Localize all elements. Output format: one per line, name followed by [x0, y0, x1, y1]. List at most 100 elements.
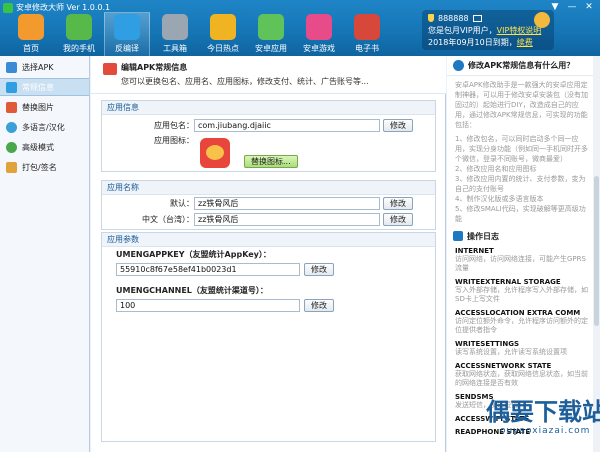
toolbox-icon — [162, 14, 188, 40]
minimize-icon[interactable]: — — [565, 2, 579, 13]
vip-privilege-link[interactable]: VIP特权说明 — [497, 26, 542, 35]
tool-label: 反编译 — [115, 44, 139, 53]
help-line: 1、修改包名，可以同时启动多个同一应用，实现分身功能（例如同一手机同时开多个微信… — [455, 135, 588, 163]
permission-desc: 访问网络，访问网络连接，可能产生GPRS流量 — [455, 255, 586, 272]
sidebar-item-general-info[interactable]: 常规信息 — [0, 78, 89, 96]
sidebar-item-select-apk[interactable]: 选择APK — [0, 58, 89, 76]
help-body: 安卓APK修改助手是一款强大的安卓应用定制神器，可以用于修改安卓安装包（没有加固… — [447, 76, 600, 228]
umeng-appkey-input[interactable] — [116, 263, 300, 276]
watermark-url: ouyaoxiazai.com — [500, 426, 591, 436]
permission-desc: 访问定位额外命令，允许程序访问额外的定位提供者指令 — [455, 317, 588, 334]
scroll-thumb[interactable] — [594, 176, 599, 326]
sidebar-item-localization[interactable]: 多语言/汉化 — [0, 118, 89, 136]
globe-icon — [6, 121, 17, 133]
main-header: 编辑APK常规信息 您可以更换包名、应用名、应用图标，修改支付、统计、广告账号等… — [91, 56, 446, 94]
list-item: WRITEEXTERNAL STORAGE 写入外部存储，允许程序写入外部存储，… — [447, 275, 600, 306]
permission-name: ACCESSNETWORK STATE — [455, 362, 552, 370]
help-title: 修改APK常规信息有什么用？ — [468, 61, 575, 70]
avatar[interactable] — [534, 12, 550, 28]
tool-android-games[interactable]: 安卓游戏 — [296, 12, 342, 56]
modify-package-button[interactable]: 修改 — [383, 119, 413, 132]
modify-tw-name-button[interactable]: 修改 — [383, 213, 413, 226]
default-name-input[interactable] — [194, 197, 380, 210]
tool-my-phone[interactable]: 我的手机 — [56, 12, 102, 56]
help-icon — [453, 60, 464, 71]
help-header: 修改APK常规信息有什么用？ — [447, 56, 600, 76]
sidebar-item-label: 多语言/汉化 — [22, 122, 65, 132]
sidebar: 选择APK 常规信息 替换图片 多语言/汉化 高级模式 打包/签名 — [0, 56, 90, 452]
page-description: 您可以更换包名、应用名、应用图标，修改支付、统计、广告账号等... — [121, 77, 369, 86]
main-toolbar: 首页 我的手机 反编译 工具箱 今日热点 安卓应用 安卓游戏 电子书 — [8, 12, 392, 56]
tool-label: 安卓游戏 — [303, 44, 335, 53]
sidebar-item-pack-sign[interactable]: 打包/签名 — [0, 158, 89, 176]
sidebar-item-label: 常规信息 — [22, 82, 54, 92]
package-label: 应用包名： — [154, 121, 194, 130]
default-name-label: 默认： — [170, 199, 194, 208]
vip-status-text: 您是包月VIP用户， — [428, 26, 497, 35]
sidebar-item-replace-images[interactable]: 替换图片 — [0, 98, 89, 116]
tool-ebook[interactable]: 电子书 — [344, 12, 390, 56]
tool-label: 今日热点 — [207, 44, 239, 53]
help-line: 3、修改应用内置的统计、支付参数，变为自己的支付账号 — [455, 175, 586, 193]
permission-name: INTERNET — [455, 247, 494, 255]
apk-icon — [6, 61, 17, 73]
umeng-channel-label: UMENGCHANNEL（友盟统计渠道号）： — [116, 286, 268, 295]
group-title: 应用参数 — [102, 233, 435, 247]
home-icon — [18, 14, 44, 40]
permission-desc: 写入外部存储，允许程序写入外部存储，如SD卡上写文件 — [455, 286, 588, 303]
user-id: 888888 — [438, 13, 469, 23]
permission-desc: 获取网络状态，获取网络信息状态，如当前的网络连接是否有效 — [455, 370, 588, 387]
app-icon-preview — [200, 138, 230, 168]
list-item: ACCESSNETWORK STATE 获取网络状态，获取网络信息状态，如当前的… — [447, 359, 600, 390]
list-item: INTERNET 访问网络，访问网络连接，可能产生GPRS流量 — [447, 244, 600, 275]
android-icon — [114, 14, 140, 40]
apps-grid-icon — [258, 14, 284, 40]
image-icon — [6, 101, 17, 113]
watermark-text: 偶要下载站 — [486, 398, 600, 426]
permission-name: ACCESSLOCATION EXTRA COMM — [455, 309, 581, 317]
close-icon[interactable]: ✕ — [582, 2, 596, 13]
game-icon — [306, 14, 332, 40]
user-info-panel: 888888 您是包月VIP用户，VIP特权说明 2018年09月10日到期，续… — [422, 10, 554, 50]
tw-name-input[interactable] — [194, 213, 380, 226]
sidebar-item-label: 打包/签名 — [22, 162, 57, 172]
help-line: 5、修改SMALI代码，实现破解等更高级功能 — [455, 205, 586, 223]
tool-android-apps[interactable]: 安卓应用 — [248, 12, 294, 56]
phone-icon — [66, 14, 92, 40]
expiry-text: 2018年09月10日到期， — [428, 38, 517, 47]
edit-info-icon — [103, 63, 117, 75]
icon-label: 应用图标： — [154, 136, 194, 145]
help-line: 2、修改应用名和应用图标 — [455, 165, 537, 173]
log-title: 操作日志 — [467, 231, 499, 241]
message-icon[interactable] — [472, 14, 482, 22]
group-title: 应用名称 — [102, 181, 435, 195]
app-info-group: 应用信息 应用包名： 修改 应用图标： 替换图标... — [101, 100, 436, 172]
tw-name-label: 中文（台湾）： — [142, 215, 194, 224]
renew-link[interactable]: 续费 — [517, 38, 533, 47]
sidebar-item-advanced-mode[interactable]: 高级模式 — [0, 138, 89, 156]
sidebar-item-label: 高级模式 — [22, 142, 54, 152]
umeng-channel-input[interactable] — [116, 299, 300, 312]
help-line: 4、制作汉化版或多语言版本 — [455, 195, 544, 203]
permission-desc: 读写系统设置，允许读写系统设置项 — [455, 348, 567, 356]
title-toolbar: 安卓修改大师 Ver 1.0.0.1 ▼ — ✕ 首页 我的手机 反编译 工具箱… — [0, 0, 600, 56]
log-header: 操作日志 — [447, 228, 600, 244]
watermark: 偶要下载站 ouyaoxiazai.com — [460, 390, 600, 450]
permission-name: WRITESETTINGS — [455, 340, 520, 348]
replace-icon-button[interactable]: 替换图标... — [244, 155, 298, 168]
package-input[interactable] — [194, 119, 380, 132]
tool-label: 我的手机 — [63, 44, 95, 53]
modify-default-name-button[interactable]: 修改 — [383, 197, 413, 210]
tool-label: 首页 — [23, 44, 39, 53]
group-title: 应用信息 — [102, 101, 435, 115]
tool-decompile[interactable]: 反编译 — [104, 12, 150, 56]
modify-appkey-button[interactable]: 修改 — [304, 263, 334, 276]
pig-icon — [206, 145, 224, 160]
star-icon — [210, 14, 236, 40]
list-item: WRITESETTINGS 读写系统设置，允许读写系统设置项 — [447, 337, 600, 359]
tool-hot-today[interactable]: 今日热点 — [200, 12, 246, 56]
tool-toolbox[interactable]: 工具箱 — [152, 12, 198, 56]
tool-home[interactable]: 首页 — [8, 12, 54, 56]
modify-channel-button[interactable]: 修改 — [304, 299, 334, 312]
window-controls: ▼ — ✕ — [548, 2, 596, 13]
